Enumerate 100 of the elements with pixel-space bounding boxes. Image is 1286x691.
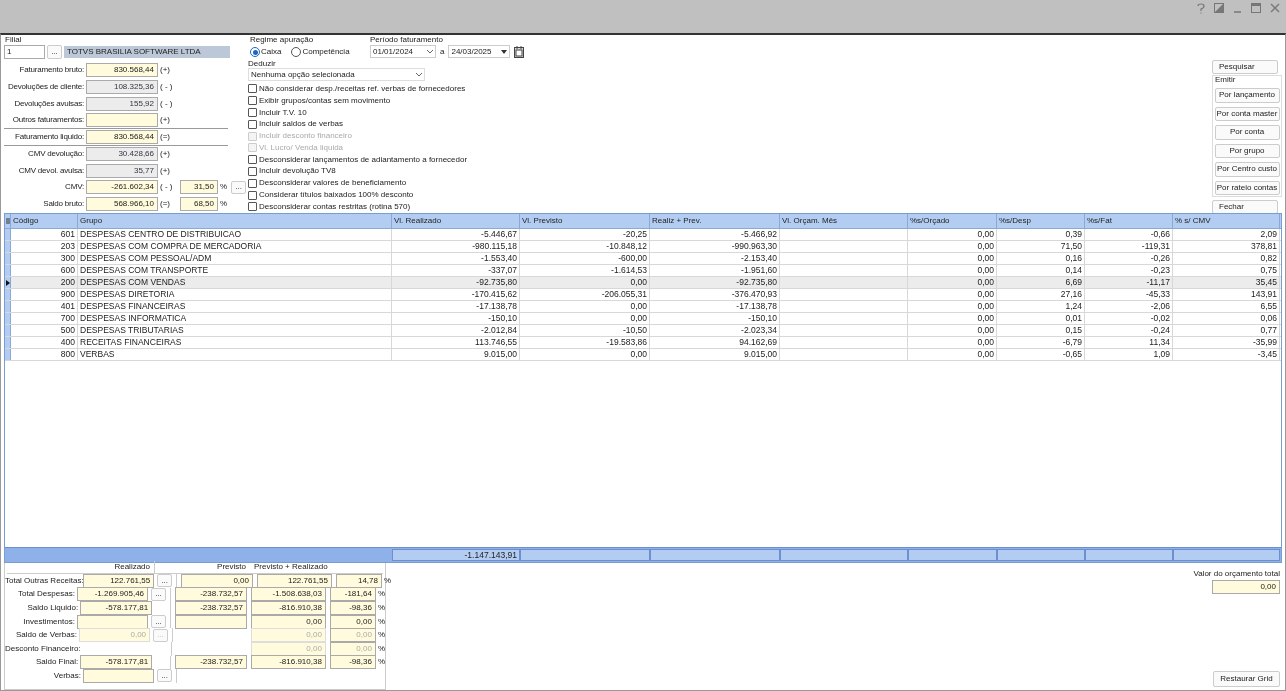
sign-label: (+) [160,64,171,77]
value-field[interactable]: -816.910,38 [250,655,326,670]
grid-row[interactable]: 400 RECEITAS FINANCEIRAS 113.746,55 -19.583,86 94.162,69 0,00 -6,79 11,34 -35,99 [5,337,1281,349]
column-header[interactable]: %s/Orçado [908,214,997,228]
value-field[interactable]: -1.508.638,03 [250,587,326,602]
value-field[interactable]: 155,92 [86,96,158,111]
checkbox[interactable] [248,84,257,94]
value-field[interactable]: -1.269.905,46 [76,587,149,602]
value-field[interactable]: 830.568,44 [86,63,158,78]
grid-cell: -17.138,78 [650,301,780,312]
column-header[interactable]: %s/Desp [997,214,1085,228]
column-menu-icon[interactable] [5,218,10,224]
column-header[interactable]: %s/Fat [1085,214,1173,228]
column-header[interactable]: Vl. Realizado [392,214,520,228]
maximize-icon[interactable] [1251,3,1261,13]
value-field[interactable]: 30.428,66 [86,146,158,161]
deduzir-dropdown[interactable]: Nenhuma opção selecionada [248,68,425,81]
checkbox-label[interactable]: Incluir T.V. 10 [259,106,307,119]
grid-row[interactable]: 600 DESPESAS COM TRANSPORTE -337,07 -1.614,53 -1.951,60 0,00 0,14 -0,23 0,75 [5,265,1281,277]
column-header[interactable]: Código [11,214,78,228]
emit-button[interactable]: Por conta master [1214,106,1280,121]
grid-row[interactable]: 200 DESPESAS COM VENDAS -92.735,80 0,00 -92.735,80 0,00 6,69 -11,17 35,45 [5,277,1281,289]
window-mode-icon[interactable] [1214,3,1224,13]
row-header-cell[interactable] [5,241,11,252]
column-header[interactable]: Realiz + Prev. [650,214,780,228]
radio-label[interactable]: Competência [302,46,350,58]
value-field[interactable]: -261.602,34 [86,180,158,195]
row-header-cell[interactable] [5,289,11,300]
row-header-cell[interactable] [5,229,11,240]
percent-field[interactable]: 31,50 [180,180,218,195]
row-header-cell[interactable] [5,313,11,324]
lookup-button[interactable]: ... [47,44,62,59]
grid-row[interactable]: 900 DESPESAS DIRETORIA -170.415,62 -206.055,31 -376.470,93 0,00 27,16 -45,33 143,91 [5,289,1281,301]
checkbox[interactable] [248,119,257,129]
sign-label: ( - ) [160,81,174,93]
row-header-cell[interactable] [5,325,11,336]
value-field[interactable]: -238.732,57 [174,655,247,670]
percent-field[interactable]: -181,64 [329,587,376,602]
date-field[interactable]: 24/03/2025 [448,45,511,58]
checkbox-label[interactable]: Desconsiderar contas restritas (rotina 570) [259,200,411,213]
emit-button[interactable]: Por conta [1214,125,1280,140]
checkbox[interactable] [248,166,257,176]
help-icon[interactable] [1197,3,1205,14]
checkbox-label[interactable]: Desconsiderar lançamentos de adiantamento a fornecedor [259,153,468,166]
row-header-cell[interactable] [5,349,11,360]
percent-field[interactable]: 68,50 [180,197,218,212]
checkbox[interactable] [248,190,257,200]
value-field[interactable]: -238.732,57 [174,587,247,602]
column-header[interactable]: Vl. Orçam. Mês [780,214,908,228]
checkbox-label[interactable]: Exibir grupos/contas sem movimento [259,94,391,107]
restore-grid-button[interactable]: Restaurar Grid [1213,671,1280,687]
row-header-cell[interactable] [5,253,11,264]
value-field[interactable]: 35,77 [86,163,158,178]
more-button[interactable]: ... [151,615,166,629]
checkbox[interactable] [248,178,257,188]
checkbox[interactable] [248,155,257,165]
checkbox-label[interactable]: Considerar títulos baixados 100% desconto [259,189,414,202]
calendar-icon[interactable] [514,45,525,58]
column-header[interactable]: Vl. Previsto [520,214,650,228]
row-header-cell[interactable] [5,337,11,348]
grid-row[interactable]: 300 DESPESAS COM PESSOAL/ADM -1.553,40 -600,00 -2.153,40 0,00 0,16 -0,26 0,82 [5,253,1281,265]
percent-field[interactable]: -98,36 [329,655,376,670]
grid-row[interactable]: 800 VERBAS 9.015,00 0,00 9.015,00 0,00 -0,65 1,09 -3,45 [5,349,1281,361]
column-header[interactable]: % s/ CMV [1173,214,1280,228]
grid-row[interactable]: 700 DESPESAS INFORMATICA -150,10 0,00 -150,10 0,00 0,01 -0,02 0,06 [5,313,1281,325]
grid-row[interactable]: 203 DESPESAS COM COMPRA DE MERCADORIA -980.115,18 -10.848,12 -990.963,30 0,00 71,50 -119,31 378,81 [5,241,1281,253]
search-button[interactable]: Pesquisar [1212,60,1278,74]
more-button[interactable]: ... [151,587,166,601]
column-header[interactable]: Grupo [78,214,392,228]
filial-code-field[interactable]: 1 [4,44,45,59]
date-field[interactable]: 01/01/2024 [370,45,436,58]
row-header-cell[interactable] [5,301,11,312]
value-field[interactable] [86,113,158,128]
budget-field[interactable]: 0,00 [1212,580,1280,594]
checkbox-label[interactable]: Incluir devolução TV8 [259,165,336,178]
value-field[interactable]: 830.568,44 [86,130,158,145]
grid-row[interactable]: 401 DESPESAS FINANCEIRAS -17.138,78 0,00 -17.138,78 0,00 1,24 -2,06 6,55 [5,301,1281,313]
more-button[interactable]: ... [231,180,247,194]
grid-row[interactable]: 500 DESPESAS TRIBUTARIAS -2.012,84 -10,50 -2.023,34 0,00 0,15 -0,24 0,77 [5,325,1281,337]
checkbox[interactable] [248,108,257,117]
checkbox[interactable] [248,96,257,106]
value-field[interactable]: 108.325,36 [86,80,158,94]
value-field[interactable]: -578.177,81 [80,655,153,670]
row-header-cell[interactable] [5,277,11,288]
close-icon[interactable] [1270,3,1280,13]
checkbox-label[interactable]: Incluir saldos de verbas [259,118,344,131]
more-button[interactable]: ... [157,574,172,588]
checkbox-label[interactable]: Desconsiderar valores de beneficiamento [259,177,407,190]
checkbox-label[interactable]: Não considerar desp./receitas ref. verbas de fornecedores [259,82,466,95]
close-button[interactable]: Fechar [1212,200,1278,214]
more-button[interactable]: ... [157,669,172,683]
radio-label[interactable]: Caixa [261,46,282,58]
emit-button[interactable]: Por rateio contas [1214,180,1280,195]
row-header-cell[interactable] [5,265,11,276]
emit-button[interactable]: Por lançamento [1214,88,1280,103]
emit-button[interactable]: Por Centro custo [1214,162,1280,177]
grid-row[interactable]: 601 DESPESAS CENTRO DE DISTRIBUICAO -5.446,67 -20,25 -5.466,92 0,00 0,39 -0,66 2,09 [5,229,1281,241]
checkbox[interactable] [248,202,257,212]
value-field[interactable]: 568.966,10 [86,197,158,212]
emit-button[interactable]: Por grupo [1214,143,1280,158]
